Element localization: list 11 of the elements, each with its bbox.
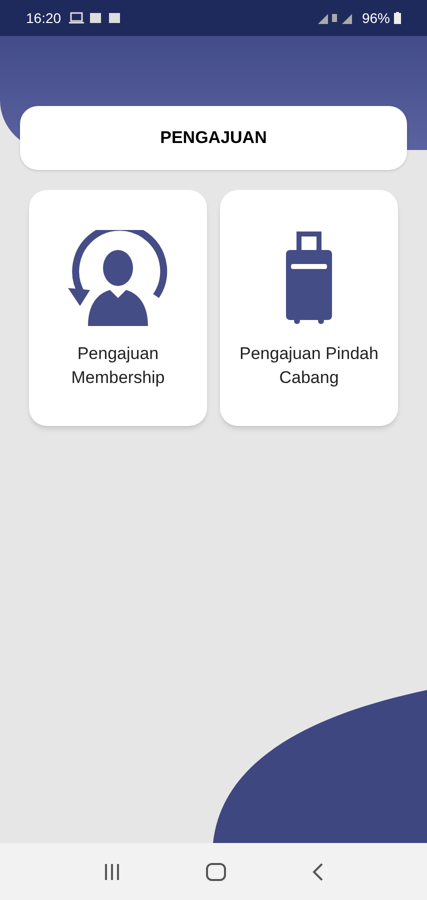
menu-card[interactable]: Pengajuan Pindah Cabang <box>220 190 398 426</box>
recent-apps-icon[interactable] <box>102 864 121 880</box>
menu-card[interactable]: Pengajuan Membership <box>29 190 207 426</box>
luggage-icon <box>284 230 334 326</box>
user-refresh-icon <box>68 230 168 326</box>
battery-percent: 96% <box>362 8 390 28</box>
back-icon[interactable] <box>312 862 324 880</box>
home-icon[interactable] <box>206 862 226 880</box>
page-title: PENGAJUAN <box>160 127 267 150</box>
status-time: 16:20 <box>26 8 62 28</box>
battery-icon <box>394 12 401 24</box>
